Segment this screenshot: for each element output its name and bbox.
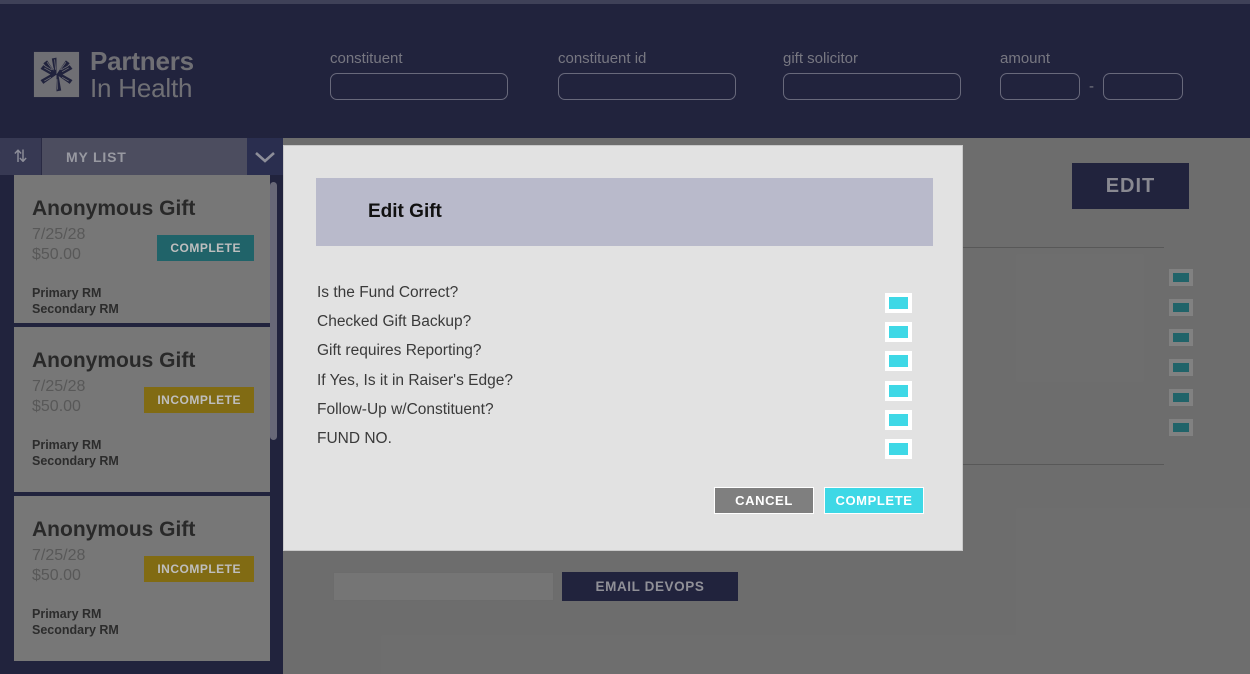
checklist-checkbox[interactable]: [885, 438, 912, 459]
modal-title: Edit Gift: [368, 201, 442, 222]
checklist-checkbox[interactable]: [885, 351, 912, 372]
checklist-label: Gift requires Reporting?: [317, 342, 482, 360]
checklist-row: FUND NO.: [317, 430, 934, 459]
modal-header: Edit Gift: [316, 178, 933, 246]
edit-gift-modal: Edit Gift Is the Fund Correct? Checked G…: [283, 145, 963, 551]
checklist-row: Is the Fund Correct?: [317, 284, 934, 313]
checklist-label: Is the Fund Correct?: [317, 284, 459, 301]
checklist-row: Gift requires Reporting?: [317, 342, 934, 372]
checklist-checkbox[interactable]: [885, 293, 912, 313]
checklist-checkbox[interactable]: [885, 322, 912, 343]
checklist-label: FUND NO.: [317, 429, 392, 447]
checklist-row: If Yes, Is it in Raiser's Edge?: [317, 372, 934, 401]
app-root: Partners In Health constituent constitue…: [0, 0, 1250, 674]
checklist-label: Checked Gift Backup?: [317, 313, 472, 331]
checklist-row: Checked Gift Backup?: [317, 313, 934, 343]
checklist-label: Follow-Up w/Constituent?: [317, 400, 494, 418]
checklist-checkbox[interactable]: [885, 380, 912, 401]
complete-button[interactable]: COMPLETE: [824, 487, 924, 514]
cancel-button[interactable]: CANCEL: [714, 487, 814, 514]
checklist-row: Follow-Up w/Constituent?: [317, 401, 934, 430]
modal-action-bar: CANCEL COMPLETE: [714, 487, 924, 514]
checklist-label: If Yes, Is it in Raiser's Edge?: [317, 371, 513, 389]
gift-checklist: Is the Fund Correct? Checked Gift Backup…: [317, 284, 934, 459]
checklist-checkbox[interactable]: [885, 409, 912, 430]
